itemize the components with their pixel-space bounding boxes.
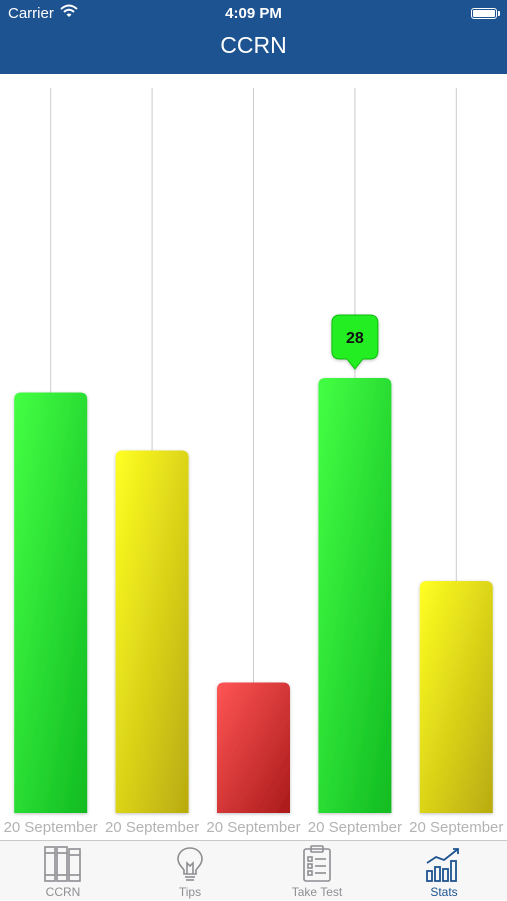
navigation-bar: CCRN [0,28,507,74]
tab-tips[interactable]: Tips [127,841,253,901]
bar-chart: 20 September 20 September 20 September 20 S… [4,88,503,836]
tab-stats[interactable]: Stats [381,841,507,901]
tab-label: Take Test [291,885,343,899]
page-title: CCRN [220,32,287,58]
battery-icon [471,8,500,19]
tab-ccrn[interactable]: CCRN [0,841,126,901]
tab-bar: CCRN Tips Take Test Stats [0,840,507,900]
tab-label: CCRN [45,885,81,899]
clock: 4:09 PM [225,5,282,22]
bar-2[interactable] [115,450,189,814]
bar-1[interactable] [14,392,88,814]
x-tick-label: 20 September [308,819,402,836]
lightbulb-icon [127,845,253,883]
tooltip-value: 28 [346,330,364,347]
tab-label: Tips [178,885,202,899]
x-tick-label: 20 September [206,819,300,836]
x-tick-label: 20 September [105,819,199,836]
bar-5[interactable] [419,581,493,813]
status-bar: Carrier 4:09 PM [0,0,507,28]
bar-3[interactable] [217,682,290,814]
stats-icon [381,845,507,883]
bar-4[interactable] [318,378,392,813]
tab-take-test[interactable]: Take Test [254,841,380,901]
clipboard-icon [254,845,380,883]
books-icon [0,845,126,883]
value-tooltip: 28 [331,314,379,370]
x-tick-label: 20 September [409,819,503,836]
x-tick-label: 20 September [4,819,98,836]
tab-label: Stats [430,885,458,899]
